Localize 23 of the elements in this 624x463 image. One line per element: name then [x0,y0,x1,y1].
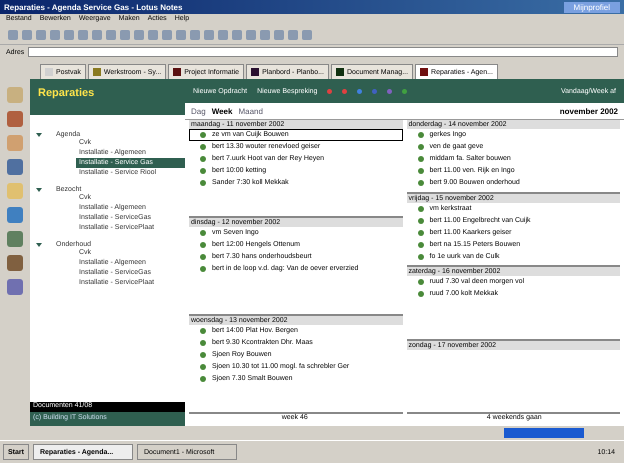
view-tab[interactable]: Maand [238,106,263,116]
bookmark-icon[interactable] [7,207,23,223]
twisty-icon[interactable] [36,133,42,137]
bookmark-icon[interactable] [7,279,23,295]
view-tab[interactable]: Dag [191,106,206,116]
address-field[interactable] [28,47,618,57]
bookmark-icon[interactable] [7,231,23,247]
filter-icon[interactable] [327,88,332,94]
bookmark-icon[interactable] [7,135,23,151]
bookmark-icon[interactable] [7,159,23,175]
database-title: Reparaties [30,79,185,115]
filter-icon[interactable] [402,88,408,94]
month-picker[interactable]: november 2002 [560,106,618,116]
filter-icon[interactable] [342,88,348,94]
filter-icon[interactable] [372,88,378,94]
view-tab[interactable]: Week [212,106,232,116]
bookmark-icon[interactable] [7,255,23,271]
filter-icon[interactable] [357,88,362,94]
filter-icon[interactable] [387,88,392,94]
window-title: Reparaties - Agenda Service Gas - Lotus Notes [4,2,182,12]
twisty-icon[interactable] [36,188,42,192]
twisty-icon[interactable] [36,243,42,247]
bookmark-icon[interactable] [7,111,23,127]
